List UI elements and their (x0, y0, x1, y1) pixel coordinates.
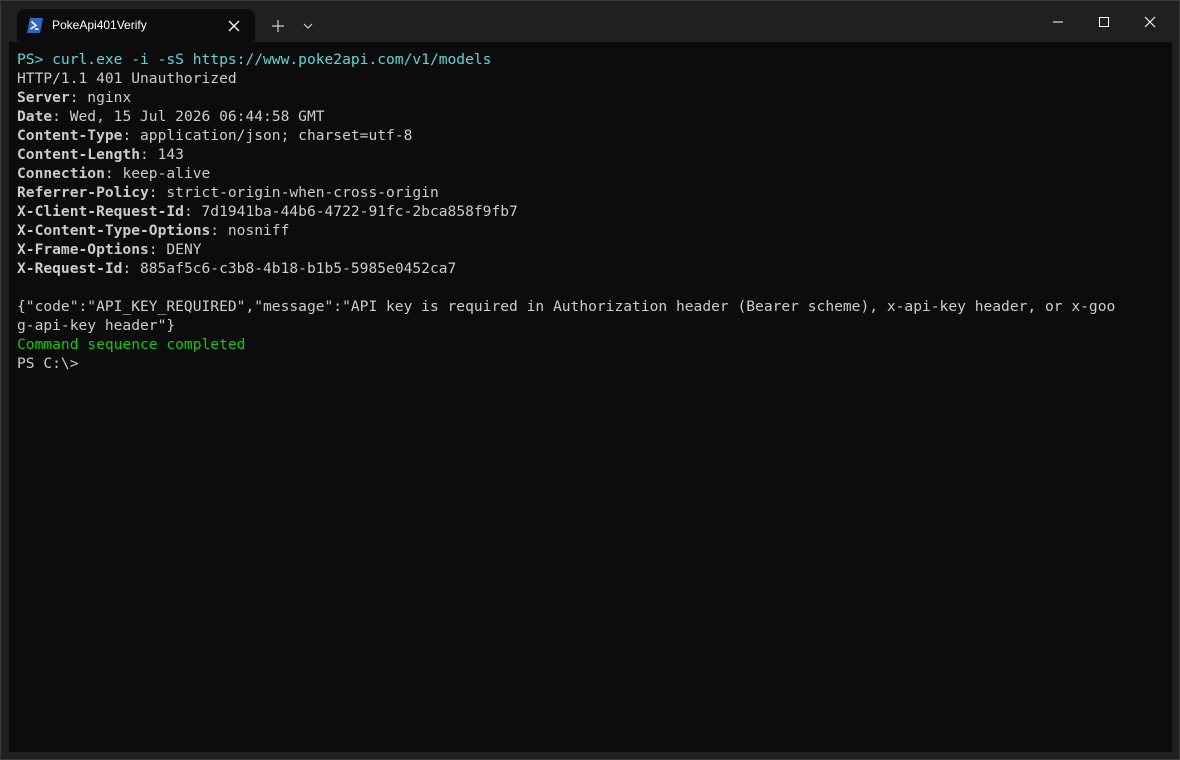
new-tab-plus-icon[interactable] (267, 15, 289, 37)
header-line-x-request-id: X-Request-Id: 885af5c6-c3b8-4b18-b1b5-59… (17, 260, 457, 277)
title-bar: PokeApi401Verify (1, 1, 1179, 42)
header-line-date: Date: Wed, 15 Jul 2026 06:44:58 GMT (17, 108, 325, 125)
header-name: X-Content-Type-Options (17, 222, 211, 239)
tab-pokeapi401verify[interactable]: PokeApi401Verify (17, 9, 255, 42)
header-value: nginx (87, 89, 132, 106)
header-name: Content-Length (17, 146, 141, 163)
header-line-referrer-policy: Referrer-Policy: strict-origin-when-cros… (17, 184, 439, 201)
terminal-window: PokeApi401Verify PS> curl.exe -i -sS htt… (0, 0, 1180, 760)
tab-close-icon[interactable] (223, 15, 245, 37)
header-name: Date (17, 108, 53, 125)
response-body-line-2: g-api-key header"} (17, 317, 176, 334)
header-value: nosniff (227, 222, 290, 239)
header-name: X-Client-Request-Id (17, 203, 184, 220)
header-name: Connection (17, 165, 105, 182)
shell-prompt[interactable]: PS C:\> (17, 354, 1164, 373)
command-line: PS> curl.exe -i -sS https://www.poke2api… (17, 51, 492, 68)
header-name: Content-Type (17, 127, 123, 144)
close-icon[interactable] (1127, 1, 1173, 42)
header-value: strict-origin-when-cross-origin (166, 184, 439, 201)
header-line-content-length: Content-Length: 143 (17, 146, 184, 163)
header-line-x-content-type-options: X-Content-Type-Options: nosniff (17, 222, 290, 239)
terminal-output: PS> curl.exe -i -sS https://www.poke2api… (17, 50, 1164, 373)
powershell-icon (27, 18, 43, 33)
terminal-pane[interactable]: PS> curl.exe -i -sS https://www.poke2api… (9, 42, 1172, 752)
http-status-line: HTTP/1.1 401 Unauthorized (17, 70, 237, 87)
header-line-content-type: Content-Type: application/json; charset=… (17, 127, 413, 144)
header-value: 143 (157, 146, 184, 163)
minimize-icon[interactable] (1035, 1, 1081, 42)
header-name: Server (17, 89, 70, 106)
header-value: 885af5c6-c3b8-4b18-b1b5-5985e0452ca7 (140, 260, 457, 277)
header-value: keep-alive (122, 165, 211, 182)
response-body-line-1: {"code":"API_KEY_REQUIRED","message":"AP… (17, 298, 1116, 315)
tab-title: PokeApi401Verify (52, 18, 147, 32)
header-line-server: Server: nginx (17, 89, 132, 106)
header-line-x-client-request-id: X-Client-Request-Id: 7d1941ba-44b6-4722-… (17, 203, 518, 220)
header-name: Referrer-Policy (17, 184, 149, 201)
maximize-icon[interactable] (1081, 1, 1127, 42)
header-value: Wed, 15 Jul 2026 06:44:58 GMT (69, 108, 325, 125)
header-name: X-Frame-Options (17, 241, 149, 258)
header-value: application/json; charset=utf-8 (140, 127, 413, 144)
completion-message: Command sequence completed (17, 336, 246, 353)
header-value: 7d1941ba-44b6-4722-91fc-2bca858f9fb7 (201, 203, 518, 220)
chevron-down-icon[interactable] (298, 15, 318, 37)
header-name: X-Request-Id (17, 260, 123, 277)
header-value: DENY (166, 241, 202, 258)
header-line-x-frame-options: X-Frame-Options: DENY (17, 241, 202, 258)
header-line-connection: Connection: keep-alive (17, 165, 211, 182)
